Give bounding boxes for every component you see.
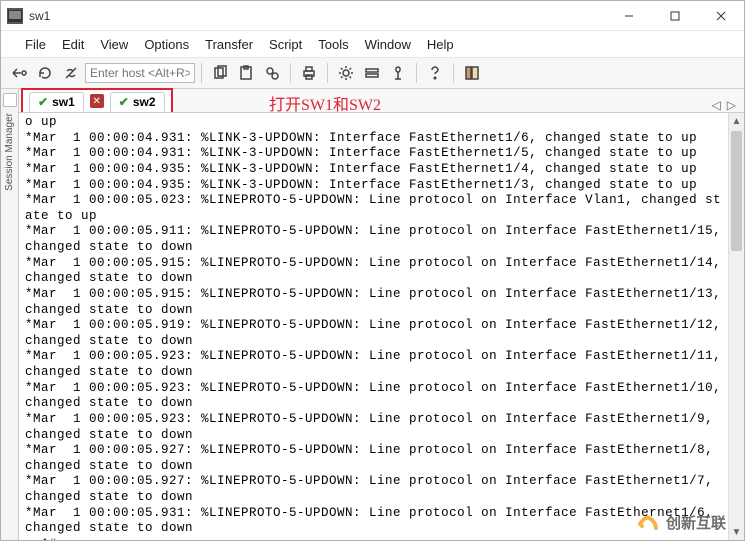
menu-file[interactable]: File xyxy=(19,34,52,55)
close-button[interactable] xyxy=(698,1,744,31)
session-options-button[interactable] xyxy=(360,61,384,85)
annotation-text: 打开SW1和SW2 xyxy=(269,91,381,115)
menubar: File Edit View Options Transfer Script T… xyxy=(1,31,744,57)
window-title: sw1 xyxy=(29,9,50,23)
host-input[interactable] xyxy=(85,63,195,83)
tab-label: sw2 xyxy=(133,95,156,109)
tab-sw1[interactable]: ✔ sw1 xyxy=(29,92,84,112)
tab-group-highlight: ✔ sw1 ✕ ✔ sw2 xyxy=(21,88,173,112)
tab-prev-button[interactable]: ◁ xyxy=(712,98,721,112)
minimize-button[interactable] xyxy=(606,1,652,31)
tab-next-button[interactable]: ▷ xyxy=(727,98,736,112)
reconnect-button[interactable] xyxy=(33,61,57,85)
menu-edit[interactable]: Edit xyxy=(56,34,90,55)
keymap-button[interactable] xyxy=(386,61,410,85)
separator xyxy=(453,63,454,83)
tab-sw2[interactable]: ✔ sw2 xyxy=(110,92,165,112)
session-manager-sidebar[interactable]: Session Manager xyxy=(1,89,19,540)
paste-button[interactable] xyxy=(234,61,258,85)
menu-view[interactable]: View xyxy=(94,34,134,55)
copy-button[interactable] xyxy=(208,61,232,85)
terminal-output[interactable]: o up *Mar 1 00:00:04.931: %LINK-3-UPDOWN… xyxy=(19,113,728,540)
close-tab-button[interactable]: ✕ xyxy=(90,94,104,108)
watermark-text: 创新互联 xyxy=(666,512,726,533)
separator xyxy=(416,63,417,83)
menu-options[interactable]: Options xyxy=(138,34,195,55)
help-button[interactable] xyxy=(423,61,447,85)
app-window: sw1 File Edit View Options Transfer Scri… xyxy=(0,0,745,541)
sidebar-toggle-icon[interactable] xyxy=(3,93,17,107)
separator xyxy=(201,63,202,83)
scroll-down-icon[interactable]: ▼ xyxy=(729,524,744,540)
tab-label: sw1 xyxy=(52,95,75,109)
menu-script[interactable]: Script xyxy=(263,34,308,55)
disconnect-button[interactable] xyxy=(59,61,83,85)
check-icon: ✔ xyxy=(38,95,48,109)
terminal-scrollbar[interactable]: ▲ ▼ xyxy=(728,113,744,540)
menu-tools[interactable]: Tools xyxy=(312,34,354,55)
separator xyxy=(327,63,328,83)
watermark: 创新互联 xyxy=(636,510,726,534)
menu-help[interactable]: Help xyxy=(421,34,460,55)
session-manager-button[interactable] xyxy=(460,61,484,85)
maximize-button[interactable] xyxy=(652,1,698,31)
find-button[interactable] xyxy=(260,61,284,85)
options-button[interactable] xyxy=(334,61,358,85)
print-button[interactable] xyxy=(297,61,321,85)
menu-transfer[interactable]: Transfer xyxy=(199,34,259,55)
check-icon: ✔ xyxy=(119,95,129,109)
menu-window[interactable]: Window xyxy=(359,34,417,55)
toolbar xyxy=(1,57,744,89)
scroll-thumb[interactable] xyxy=(731,131,742,251)
app-icon xyxy=(7,8,23,24)
titlebar: sw1 xyxy=(1,1,744,31)
watermark-logo-icon xyxy=(636,510,660,534)
separator xyxy=(290,63,291,83)
sidebar-label: Session Manager xyxy=(4,113,15,191)
quick-connect-button[interactable] xyxy=(7,61,31,85)
scroll-up-icon[interactable]: ▲ xyxy=(729,113,744,129)
tab-bar: ✔ sw1 ✕ ✔ sw2 打开SW1和SW2 ◁ ▷ xyxy=(19,89,744,113)
